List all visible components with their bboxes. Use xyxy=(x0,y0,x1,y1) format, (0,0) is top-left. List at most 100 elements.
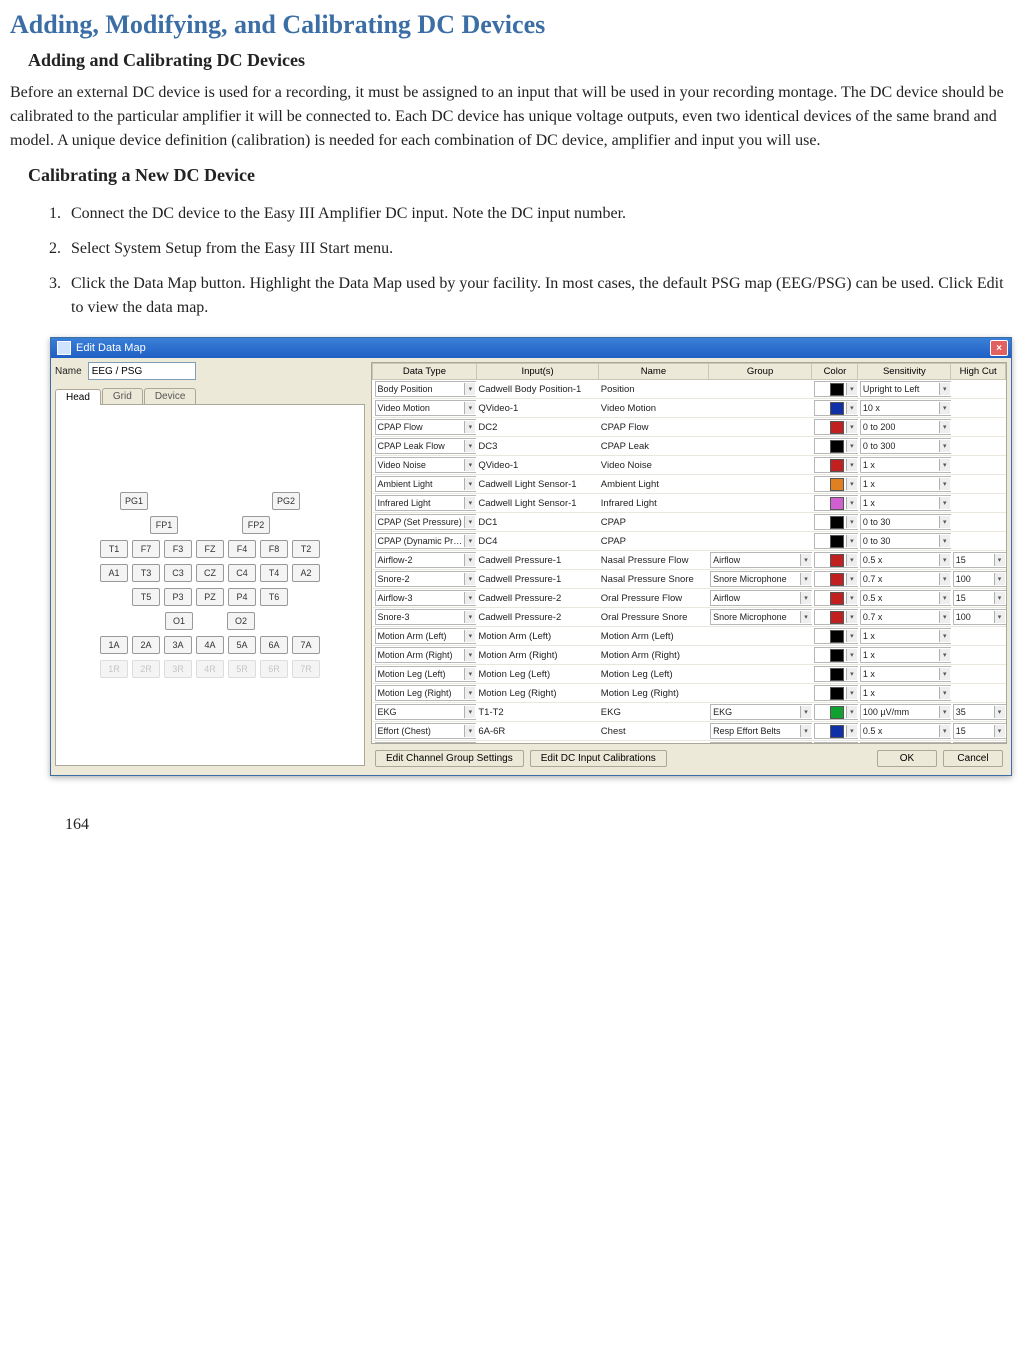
dropdown-cell[interactable]: Airflow-3▾ xyxy=(375,590,477,606)
color-swatch[interactable]: ▾ xyxy=(814,514,858,530)
dropdown-cell[interactable]: 1 x▾ xyxy=(860,685,951,701)
dropdown-cell[interactable]: EKG▾ xyxy=(375,704,477,720)
dropdown-cell[interactable]: 0.7 x▾ xyxy=(860,571,951,587)
tab-device[interactable]: Device xyxy=(144,388,197,404)
electrode-p3[interactable]: P3 xyxy=(164,588,192,606)
color-swatch[interactable]: ▾ xyxy=(814,723,858,739)
electrode-cz[interactable]: CZ xyxy=(196,564,224,582)
dropdown-cell[interactable]: 10 x▾ xyxy=(860,400,951,416)
color-swatch[interactable]: ▾ xyxy=(814,495,858,511)
dropdown-cell[interactable]: 15▾ xyxy=(953,590,1006,606)
electrode-fz[interactable]: FZ xyxy=(196,540,224,558)
edit-channel-group-settings-button[interactable]: Edit Channel Group Settings xyxy=(375,750,524,767)
dropdown-cell[interactable]: Snore Microphone▾ xyxy=(710,571,812,587)
dropdown-cell[interactable]: Upright to Left▾ xyxy=(860,381,951,397)
cancel-button[interactable]: Cancel xyxy=(943,750,1003,767)
electrode-6a[interactable]: 6A xyxy=(260,636,288,654)
dropdown-cell[interactable]: EKG▾ xyxy=(710,704,812,720)
dropdown-cell[interactable]: 1 x▾ xyxy=(860,647,951,663)
dropdown-cell[interactable]: Effort (Chest)▾ xyxy=(375,723,477,739)
dropdown-cell[interactable]: Body Position▾ xyxy=(375,381,477,397)
electrode-t1[interactable]: T1 xyxy=(100,540,128,558)
dropdown-cell[interactable]: 0.5 x▾ xyxy=(860,723,951,739)
dropdown-cell[interactable]: Motion Leg (Right)▾ xyxy=(375,685,477,701)
dropdown-cell[interactable]: CPAP (Dynamic Pressure)▾ xyxy=(375,533,477,549)
electrode-5a[interactable]: 5A xyxy=(228,636,256,654)
electrode-fp1[interactable]: FP1 xyxy=(150,516,178,534)
dropdown-cell[interactable]: 100▾ xyxy=(953,609,1006,625)
electrode-t4[interactable]: T4 xyxy=(260,564,288,582)
dropdown-cell[interactable]: Airflow-2▾ xyxy=(375,552,477,568)
dropdown-cell[interactable]: 1 x▾ xyxy=(860,457,951,473)
edit-dc-input-calibrations-button[interactable]: Edit DC Input Calibrations xyxy=(530,750,667,767)
color-swatch[interactable]: ▾ xyxy=(814,438,858,454)
dropdown-cell[interactable]: Airflow▾ xyxy=(710,552,812,568)
electrode-a2[interactable]: A2 xyxy=(292,564,320,582)
electrode-2r[interactable]: 2R xyxy=(132,660,160,678)
dropdown-cell[interactable]: 0.5 x▾ xyxy=(860,590,951,606)
dropdown-cell[interactable]: Motion Leg (Left)▾ xyxy=(375,666,477,682)
color-swatch[interactable]: ▾ xyxy=(814,533,858,549)
electrode-fp2[interactable]: FP2 xyxy=(242,516,270,534)
dropdown-cell[interactable]: 100▾ xyxy=(953,571,1006,587)
dropdown-cell[interactable]: 0.5 x▾ xyxy=(860,552,951,568)
color-swatch[interactable]: ▾ xyxy=(814,704,858,720)
color-swatch[interactable]: ▾ xyxy=(814,628,858,644)
color-swatch[interactable]: ▾ xyxy=(814,742,858,744)
electrode-t3[interactable]: T3 xyxy=(132,564,160,582)
electrode-1a[interactable]: 1A xyxy=(100,636,128,654)
electrode-o2[interactable]: O2 xyxy=(227,612,255,630)
color-swatch[interactable]: ▾ xyxy=(814,552,858,568)
dropdown-cell[interactable]: 15▾ xyxy=(953,552,1006,568)
electrode-c3[interactable]: C3 xyxy=(164,564,192,582)
electrode-f4[interactable]: F4 xyxy=(228,540,256,558)
electrode-p4[interactable]: P4 xyxy=(228,588,256,606)
electrode-5r[interactable]: 5R xyxy=(228,660,256,678)
electrode-c4[interactable]: C4 xyxy=(228,564,256,582)
dropdown-cell[interactable]: 1 x▾ xyxy=(860,628,951,644)
dropdown-cell[interactable]: 15▾ xyxy=(953,742,1006,744)
dropdown-cell[interactable]: CPAP (Set Pressure)▾ xyxy=(375,514,477,530)
dropdown-cell[interactable]: 100 µV/mm▾ xyxy=(860,704,951,720)
electrode-6r[interactable]: 6R xyxy=(260,660,288,678)
dropdown-cell[interactable]: Snore Microphone▾ xyxy=(710,609,812,625)
electrode-t6[interactable]: T6 xyxy=(260,588,288,606)
dropdown-cell[interactable]: CPAP Flow▾ xyxy=(375,419,477,435)
dropdown-cell[interactable]: 0.7 x▾ xyxy=(860,609,951,625)
electrode-o1[interactable]: O1 xyxy=(165,612,193,630)
tab-grid[interactable]: Grid xyxy=(102,388,143,404)
electrode-f8[interactable]: F8 xyxy=(260,540,288,558)
electrode-f7[interactable]: F7 xyxy=(132,540,160,558)
dropdown-cell[interactable]: 0 to 200▾ xyxy=(860,419,951,435)
electrode-pg2[interactable]: PG2 xyxy=(272,492,300,510)
color-swatch[interactable]: ▾ xyxy=(814,590,858,606)
electrode-4a[interactable]: 4A xyxy=(196,636,224,654)
dropdown-cell[interactable]: Motion Arm (Left)▾ xyxy=(375,628,477,644)
dropdown-cell[interactable]: Effort (Abdomen)▾ xyxy=(375,742,477,744)
dropdown-cell[interactable]: Snore-3▾ xyxy=(375,609,477,625)
dropdown-cell[interactable]: 15▾ xyxy=(953,723,1006,739)
dropdown-cell[interactable]: Resp Effort Belts▾ xyxy=(710,742,812,744)
electrode-t2[interactable]: T2 xyxy=(292,540,320,558)
electrode-4r[interactable]: 4R xyxy=(196,660,224,678)
electrode-f3[interactable]: F3 xyxy=(164,540,192,558)
color-swatch[interactable]: ▾ xyxy=(814,609,858,625)
electrode-2a[interactable]: 2A xyxy=(132,636,160,654)
color-swatch[interactable]: ▾ xyxy=(814,381,858,397)
color-swatch[interactable]: ▾ xyxy=(814,685,858,701)
color-swatch[interactable]: ▾ xyxy=(814,457,858,473)
dropdown-cell[interactable]: Motion Arm (Right)▾ xyxy=(375,647,477,663)
color-swatch[interactable]: ▾ xyxy=(814,647,858,663)
dropdown-cell[interactable]: 1 x▾ xyxy=(860,495,951,511)
dropdown-cell[interactable]: 1 x▾ xyxy=(860,476,951,492)
close-icon[interactable]: × xyxy=(990,340,1008,356)
color-swatch[interactable]: ▾ xyxy=(814,666,858,682)
electrode-pz[interactable]: PZ xyxy=(196,588,224,606)
electrode-7a[interactable]: 7A xyxy=(292,636,320,654)
dropdown-cell[interactable]: 35▾ xyxy=(953,704,1006,720)
dropdown-cell[interactable]: Ambient Light▾ xyxy=(375,476,477,492)
dropdown-cell[interactable]: Resp Effort Belts▾ xyxy=(710,723,812,739)
color-swatch[interactable]: ▾ xyxy=(814,400,858,416)
name-field[interactable] xyxy=(88,362,196,380)
dropdown-cell[interactable]: 0 to 30▾ xyxy=(860,514,951,530)
